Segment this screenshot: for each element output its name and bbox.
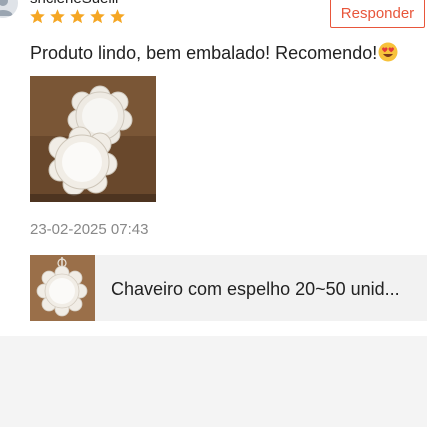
product-link[interactable]: Chaveiro com espelho 20~50 unid... xyxy=(30,255,427,321)
review-card: sncleneSuelli Responder Produto lindo, b… xyxy=(0,0,427,336)
mirror-keychain-photo xyxy=(30,76,156,202)
heart-eyes-emoji-icon xyxy=(378,42,398,62)
product-thumbnail xyxy=(30,255,95,321)
user-avatar-icon xyxy=(0,0,13,16)
star-icon xyxy=(50,9,65,24)
star-icon xyxy=(30,9,45,24)
review-text: Produto lindo, bem embalado! Recomendo! xyxy=(30,43,378,63)
reply-button[interactable]: Responder xyxy=(330,0,425,28)
star-icon xyxy=(110,9,125,24)
review-photo[interactable] xyxy=(30,76,156,202)
user-avatar[interactable] xyxy=(0,0,18,18)
review-date: 23-02-2025 07:43 xyxy=(30,221,149,238)
star-rating xyxy=(29,8,126,26)
star-icon xyxy=(90,9,105,24)
product-title: Chaveiro com espelho 20~50 unid... xyxy=(111,279,400,299)
reviewer-name: sncleneSuelli xyxy=(30,0,118,7)
star-icon xyxy=(70,9,85,24)
review-text-line: Produto lindo, bem embalado! Recomendo! xyxy=(30,42,398,64)
product-mirror-image xyxy=(30,255,95,321)
